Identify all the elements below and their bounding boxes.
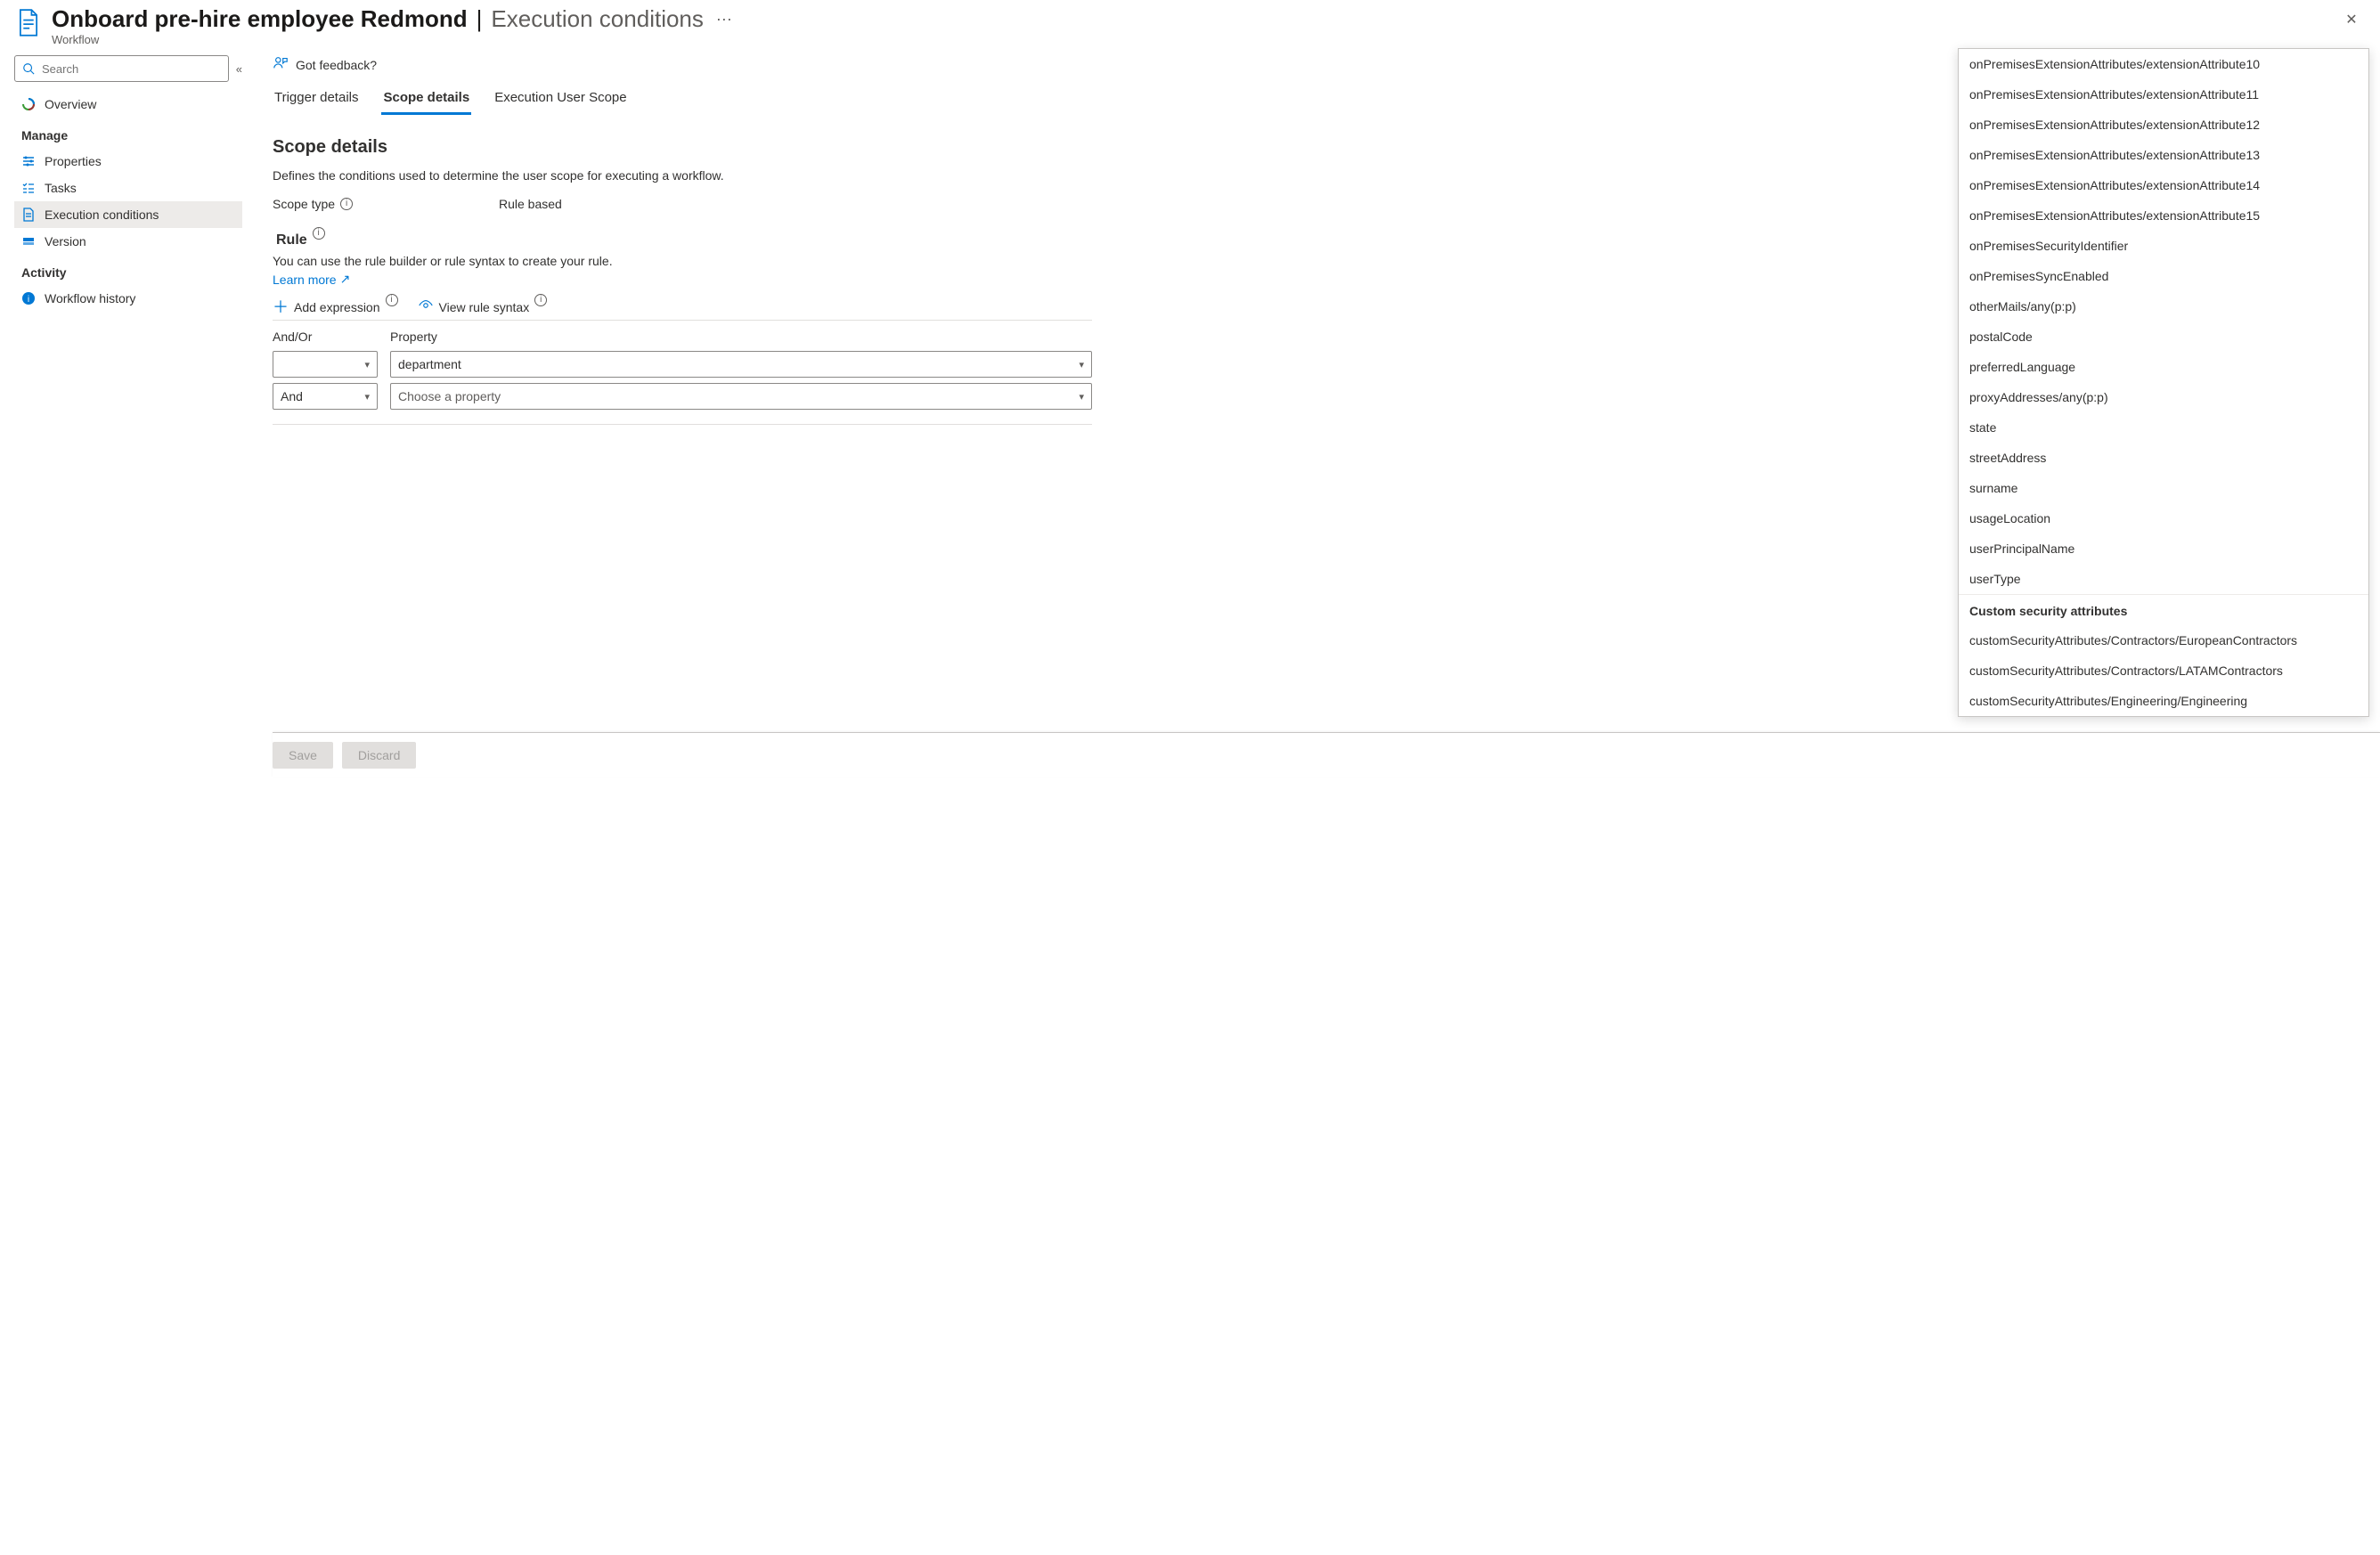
overview-icon xyxy=(21,97,36,111)
dropdown-item[interactable]: onPremisesExtensionAttributes/extensionA… xyxy=(1959,79,2368,110)
info-icon[interactable]: i xyxy=(534,294,547,306)
property-value: department xyxy=(398,357,461,371)
dropdown-item[interactable]: state xyxy=(1959,412,2368,443)
chevron-down-icon: ▾ xyxy=(364,359,370,370)
dropdown-item[interactable]: userType xyxy=(1959,564,2368,594)
plus-icon: ＋ xyxy=(273,299,289,315)
view-rule-syntax-label: View rule syntax xyxy=(439,300,530,314)
discard-button[interactable]: Discard xyxy=(342,742,416,769)
dropdown-item[interactable]: onPremisesExtensionAttributes/extensionA… xyxy=(1959,110,2368,140)
save-button[interactable]: Save xyxy=(273,742,333,769)
sidebar-item-label: Version xyxy=(45,234,86,248)
dropdown-item[interactable]: onPremisesExtensionAttributes/extensionA… xyxy=(1959,49,2368,79)
info-icon[interactable]: i xyxy=(386,294,398,306)
info-icon[interactable]: i xyxy=(340,198,353,210)
column-header-property: Property xyxy=(390,330,1092,344)
chevron-down-icon: ▾ xyxy=(364,391,370,403)
document-small-icon xyxy=(21,208,36,222)
sidebar-item-label: Overview xyxy=(45,97,96,111)
dropdown-item[interactable]: preferredLanguage xyxy=(1959,352,2368,382)
andor-value: And xyxy=(281,389,303,403)
column-header-andor: And/Or xyxy=(273,330,378,344)
property-placeholder: Choose a property xyxy=(398,389,501,403)
page-subtitle: Workflow xyxy=(52,33,2337,46)
sidebar-section-activity: Activity xyxy=(14,255,242,285)
search-input[interactable] xyxy=(40,61,221,77)
sidebar-item-label: Execution conditions xyxy=(45,208,159,222)
sidebar-item-label: Workflow history xyxy=(45,291,135,305)
sidebar-item-version[interactable]: Version xyxy=(14,228,242,255)
dropdown-item[interactable]: surname xyxy=(1959,473,2368,503)
dropdown-item[interactable]: onPremisesExtensionAttributes/extensionA… xyxy=(1959,170,2368,200)
chevron-down-icon: ▾ xyxy=(1079,359,1084,370)
property-dropdown: onPremisesExtensionAttributes/extensionA… xyxy=(1958,48,2369,717)
document-icon xyxy=(14,9,43,37)
version-icon xyxy=(21,234,36,248)
eye-icon xyxy=(418,297,434,316)
properties-icon xyxy=(21,154,36,168)
page-title-sub: Execution conditions xyxy=(491,5,703,33)
add-expression-label: Add expression xyxy=(294,300,380,314)
feedback-label: Got feedback? xyxy=(296,58,377,72)
dropdown-item[interactable]: userPrincipalName xyxy=(1959,533,2368,564)
add-expression-button[interactable]: ＋ Add expression i xyxy=(273,299,398,315)
dropdown-item[interactable]: onPremisesSecurityIdentifier xyxy=(1959,231,2368,261)
info-icon: i xyxy=(21,291,36,305)
andor-select[interactable]: And ▾ xyxy=(273,383,378,410)
sidebar-item-execution-conditions[interactable]: Execution conditions xyxy=(14,201,242,228)
dropdown-item[interactable]: customSecurityAttributes/Contractors/Eur… xyxy=(1959,625,2368,655)
scope-type-label: Scope type xyxy=(273,197,335,211)
page-title-main: Onboard pre-hire employee Redmond xyxy=(52,5,468,33)
sidebar-section-manage: Manage xyxy=(14,118,242,148)
tasks-icon xyxy=(21,181,36,195)
search-icon xyxy=(22,62,35,75)
external-link-icon: ↗ xyxy=(340,272,351,287)
tab-scope-details[interactable]: Scope details xyxy=(381,85,471,115)
rule-row: ▾ department ▾ xyxy=(273,351,1092,378)
sidebar-item-tasks[interactable]: Tasks xyxy=(14,175,242,201)
learn-more-label: Learn more xyxy=(273,273,337,287)
rule-row: And ▾ Choose a property ▾ xyxy=(273,383,1092,410)
more-actions-icon[interactable]: ··· xyxy=(713,10,736,28)
andor-select[interactable]: ▾ xyxy=(273,351,378,378)
sidebar-item-label: Properties xyxy=(45,154,102,168)
dropdown-item[interactable]: customSecurityAttributes/Contractors/LAT… xyxy=(1959,655,2368,686)
scope-type-value: Rule based xyxy=(499,197,562,211)
rule-grid: And/Or Property ▾ department ▾ xyxy=(273,320,1092,425)
dropdown-section-header: Custom security attributes xyxy=(1959,594,2368,625)
dropdown-item[interactable]: proxyAddresses/any(p:p) xyxy=(1959,382,2368,412)
dropdown-item[interactable]: usageLocation xyxy=(1959,503,2368,533)
property-select[interactable]: Choose a property ▾ xyxy=(390,383,1092,410)
info-icon[interactable]: i xyxy=(313,227,325,240)
sidebar-item-properties[interactable]: Properties xyxy=(14,148,242,175)
sidebar-item-label: Tasks xyxy=(45,181,77,195)
title-separator: | xyxy=(477,5,483,33)
sidebar-item-overview[interactable]: Overview xyxy=(14,91,242,118)
sidebar: « Overview Manage Properties Tasks xyxy=(0,48,248,778)
search-box[interactable] xyxy=(14,55,229,82)
dropdown-item[interactable]: streetAddress xyxy=(1959,443,2368,473)
dropdown-item[interactable]: customSecurityAttributes/Engineering/Eng… xyxy=(1959,686,2368,716)
tab-execution-user-scope[interactable]: Execution User Scope xyxy=(493,85,628,115)
collapse-sidebar-icon[interactable]: « xyxy=(236,62,242,76)
dropdown-item[interactable]: otherMails/any(p:p) xyxy=(1959,291,2368,322)
property-select[interactable]: department ▾ xyxy=(390,351,1092,378)
dropdown-item[interactable]: postalCode xyxy=(1959,322,2368,352)
dropdown-item[interactable]: onPremisesExtensionAttributes/extensionA… xyxy=(1959,200,2368,231)
view-rule-syntax-button[interactable]: View rule syntax i xyxy=(418,297,548,316)
feedback-icon xyxy=(273,55,289,74)
dropdown-item[interactable]: onPremisesSyncEnabled xyxy=(1959,261,2368,291)
svg-text:i: i xyxy=(28,295,29,305)
close-icon[interactable]: ✕ xyxy=(2337,5,2366,34)
sidebar-item-workflow-history[interactable]: i Workflow history xyxy=(14,285,242,312)
rule-title: Rule xyxy=(276,232,307,248)
tab-trigger-details[interactable]: Trigger details xyxy=(273,85,360,115)
chevron-down-icon: ▾ xyxy=(1079,391,1084,403)
dropdown-item[interactable]: onPremisesExtensionAttributes/extensionA… xyxy=(1959,140,2368,170)
